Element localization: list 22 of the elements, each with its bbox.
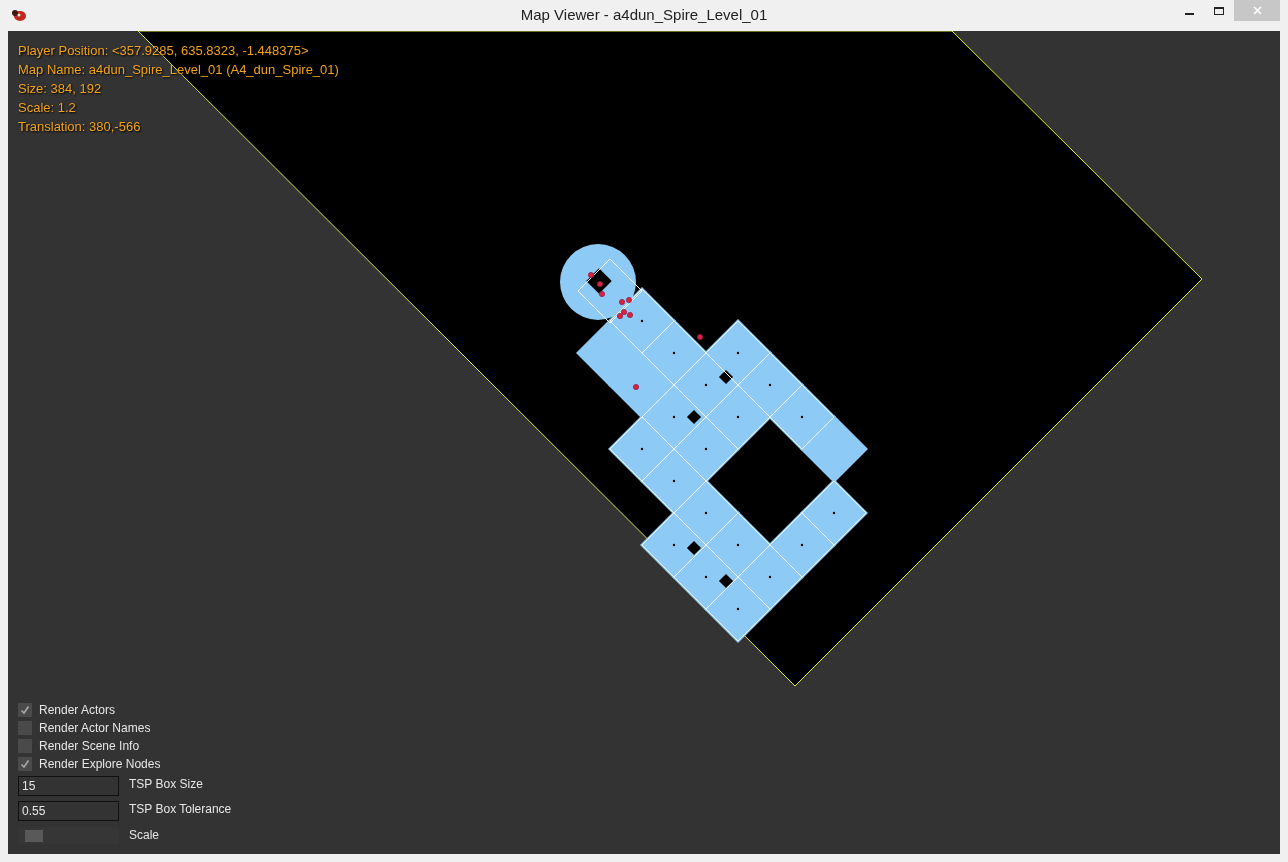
input-field[interactable]: 15 xyxy=(18,776,119,796)
input-field[interactable]: 0.55 xyxy=(18,801,119,821)
field-label: TSP Box Tolerance xyxy=(129,801,232,818)
checkbox-label: Render Actor Names xyxy=(39,720,151,737)
close-icon xyxy=(1252,6,1262,15)
info-text: Translation: 380,-566 xyxy=(18,118,142,136)
field-label: TSP Box Size xyxy=(129,776,203,793)
checkbox-label: Render Actors xyxy=(39,702,116,719)
info-text: Scale: 1.2 xyxy=(18,99,77,117)
slider-label: Scale xyxy=(129,827,160,844)
check-icon xyxy=(20,759,30,769)
window-title: Map Viewer - a4dun_Spire_Level_01 xyxy=(520,5,768,26)
info-text: Size: 384, 192 xyxy=(18,80,103,98)
checkbox-label: Render Explore Nodes xyxy=(39,756,161,773)
slider-thumb[interactable] xyxy=(25,829,44,842)
checkbox[interactable] xyxy=(18,757,32,771)
minimize-icon xyxy=(1184,12,1194,15)
checkbox[interactable] xyxy=(18,703,32,717)
check-icon xyxy=(20,705,30,715)
bug-app-icon xyxy=(11,8,27,22)
maximize-icon xyxy=(1214,6,1224,15)
checkbox-label: Render Scene Info xyxy=(39,738,140,755)
